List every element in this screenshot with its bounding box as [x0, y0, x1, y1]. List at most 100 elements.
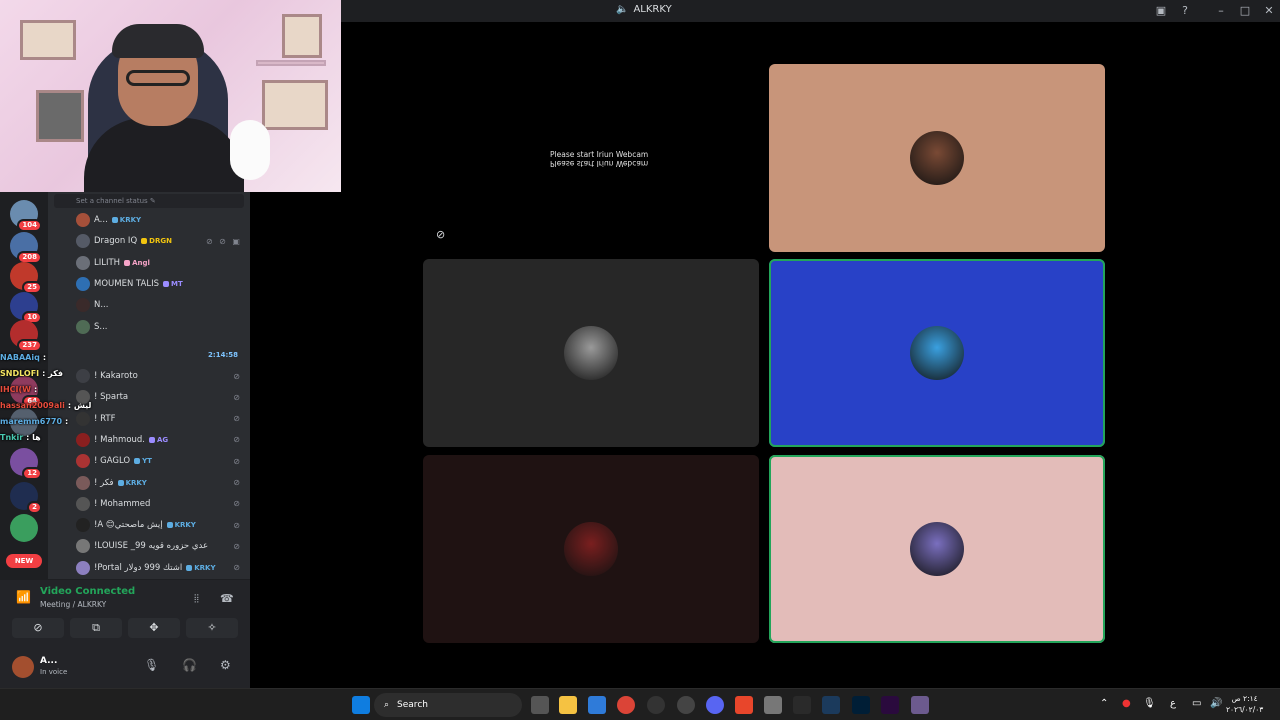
soundboard-button[interactable]: ✧	[186, 618, 238, 638]
member-avatar	[76, 319, 90, 334]
participant-video-tile[interactable]	[769, 64, 1105, 252]
wall-plaque	[282, 14, 322, 58]
channel-status-hint[interactable]: Set a channel status ✎	[54, 194, 244, 208]
member-name: A...	[94, 215, 108, 225]
microphone-icon[interactable]: 🎙	[144, 658, 159, 672]
noise-suppression-icon[interactable]: ⦙⦙	[194, 592, 199, 606]
photoshop-icon[interactable]	[852, 696, 870, 714]
app-icon[interactable]	[911, 696, 929, 714]
voice-member-row[interactable]: ! GAGLO YT ⊘	[76, 452, 242, 470]
streamer-body	[84, 118, 244, 192]
participant-avatar	[910, 326, 964, 380]
chat-username: IHCI(W	[0, 384, 31, 394]
muted-icon: ⊘	[233, 478, 242, 487]
server-icon[interactable]: 208	[10, 232, 42, 264]
taskbar-clock[interactable]: ٢:١٤ ص ٢٠٢٦/٠٢/٠٣	[1226, 693, 1263, 715]
server-icon[interactable]: 104	[10, 200, 42, 232]
server-icon[interactable]: 10	[10, 292, 42, 324]
voice-member-row[interactable]: ! فكر KRKY ⊘	[76, 474, 242, 492]
store-icon[interactable]	[588, 696, 606, 714]
member-clan-tag: Angl	[124, 259, 150, 267]
toggle-camera-button[interactable]: ⊘	[12, 618, 64, 638]
server-icon[interactable]: 25	[10, 262, 42, 294]
chat-username: maremm6770	[0, 416, 63, 426]
member-avatar	[76, 539, 90, 554]
voice-status-title: Video Connected	[40, 586, 136, 597]
member-avatar	[76, 234, 90, 249]
start-icon[interactable]	[352, 696, 370, 714]
chat-message: maremm6770:	[0, 413, 250, 429]
capture-icon[interactable]	[764, 696, 782, 714]
voice-member-row[interactable]: !A 😊إيش ماصحتي KRKY ⊘	[76, 516, 242, 534]
server-new-badge[interactable]: NEW	[6, 554, 42, 568]
steelseries-icon[interactable]	[677, 696, 695, 714]
voice-member-row[interactable]: ! Mohammed ⊘	[76, 495, 242, 513]
volume-icon[interactable]: 🔊	[1210, 698, 1222, 709]
brave-icon[interactable]	[735, 696, 753, 714]
task-view-icon[interactable]	[531, 696, 549, 714]
voice-channel-path[interactable]: Meeting / ALKRKY	[40, 600, 106, 609]
participant-avatar	[910, 131, 964, 185]
voice-member-row[interactable]: N...	[76, 296, 242, 314]
taskbar-search[interactable]: ⌕ Search	[374, 693, 522, 717]
headphones-icon[interactable]: 🎧	[182, 658, 197, 672]
voice-member-row[interactable]: S...	[76, 318, 242, 336]
voice-member-row[interactable]: LILITH Angl	[76, 254, 242, 272]
desk-lamp	[230, 120, 270, 180]
participant-video-tile[interactable]	[769, 455, 1105, 643]
member-name: MOUMEN TALIS	[94, 278, 159, 289]
tray-app-icon[interactable]: ●	[1122, 698, 1131, 709]
server-icon[interactable]: 12	[10, 448, 42, 480]
close-button[interactable]: ✕	[1261, 3, 1277, 19]
member-avatar	[76, 276, 90, 291]
mention-badge: 2	[27, 501, 42, 514]
mention-badge: 12	[22, 467, 42, 480]
wall-plaque	[36, 90, 84, 142]
wall-plaque	[20, 20, 76, 60]
windows-taskbar: ⌕ Search ⌃ ● 🎙 ع ▭ 🔊 ٢:١٤ ص ٢٠٢٦/٠٢/٠٣	[0, 688, 1280, 720]
tray-microphone-icon[interactable]: 🎙	[1143, 698, 1156, 709]
server-icon[interactable]	[10, 514, 38, 542]
participant-video-tile[interactable]	[423, 259, 759, 447]
server-icon[interactable]: 237	[10, 320, 42, 352]
participant-avatar	[564, 326, 618, 380]
voice-member-row[interactable]: !Portal اشتك 999 دولار KRKY ⊘	[76, 559, 242, 577]
premiere-icon[interactable]	[881, 696, 899, 714]
chat-username: SNDLOFI	[0, 368, 40, 378]
voice-member-row[interactable]: MOUMEN TALIS MT	[76, 275, 242, 293]
share-screen-button[interactable]: ⧉	[70, 618, 122, 638]
participant-video-tile[interactable]	[423, 455, 759, 643]
maximize-button[interactable]: □	[1237, 3, 1253, 19]
steam-icon[interactable]	[822, 696, 840, 714]
member-name: !Portal اشتك 999 دولار	[94, 562, 183, 573]
voice-member-row[interactable]: A... KRKY	[76, 211, 242, 229]
member-avatar	[76, 255, 90, 270]
network-icon[interactable]: ▭	[1192, 698, 1201, 709]
user-avatar[interactable]	[12, 656, 34, 678]
settings-gear-icon[interactable]: ⚙	[220, 658, 231, 672]
minimize-button[interactable]: –	[1213, 3, 1229, 19]
muted-icon: ⊘	[233, 456, 242, 466]
activities-button[interactable]: ✥	[128, 618, 180, 638]
voice-member-row[interactable]: Dragon IQ DRGN ⊘ ⊘ ▣	[76, 232, 242, 250]
inbox-icon[interactable]: ▣	[1153, 3, 1169, 19]
chrome-icon[interactable]	[617, 696, 635, 714]
obs-icon[interactable]	[647, 696, 665, 714]
user-name[interactable]: A...	[40, 656, 57, 666]
voice-member-row[interactable]: !LOUISE _99 عدي حزوره قويه ⊘	[76, 537, 242, 555]
tray-overflow-icon[interactable]: ⌃	[1100, 698, 1108, 709]
muted-icon: ⊘ ⊘ ▣	[205, 236, 242, 246]
help-icon[interactable]: ?	[1177, 3, 1193, 19]
participant-avatar	[564, 522, 618, 576]
file-explorer-icon[interactable]	[559, 696, 577, 714]
stream-chat-overlay: 2:14:58 NABAAiq: SNDLOFI: فكر IHCI(W: hassa…	[0, 349, 250, 445]
capcut-icon[interactable]	[793, 696, 811, 714]
participant-video-tile[interactable]	[769, 259, 1105, 447]
discord-icon[interactable]	[706, 696, 724, 714]
member-clan-tag: KRKY	[186, 564, 215, 572]
input-language[interactable]: ع	[1170, 698, 1176, 709]
member-name: N...	[94, 300, 109, 311]
chat-username: NABAAiq	[0, 352, 40, 362]
disconnect-icon[interactable]: ☎	[220, 592, 234, 605]
server-icon[interactable]: 2	[10, 482, 42, 514]
